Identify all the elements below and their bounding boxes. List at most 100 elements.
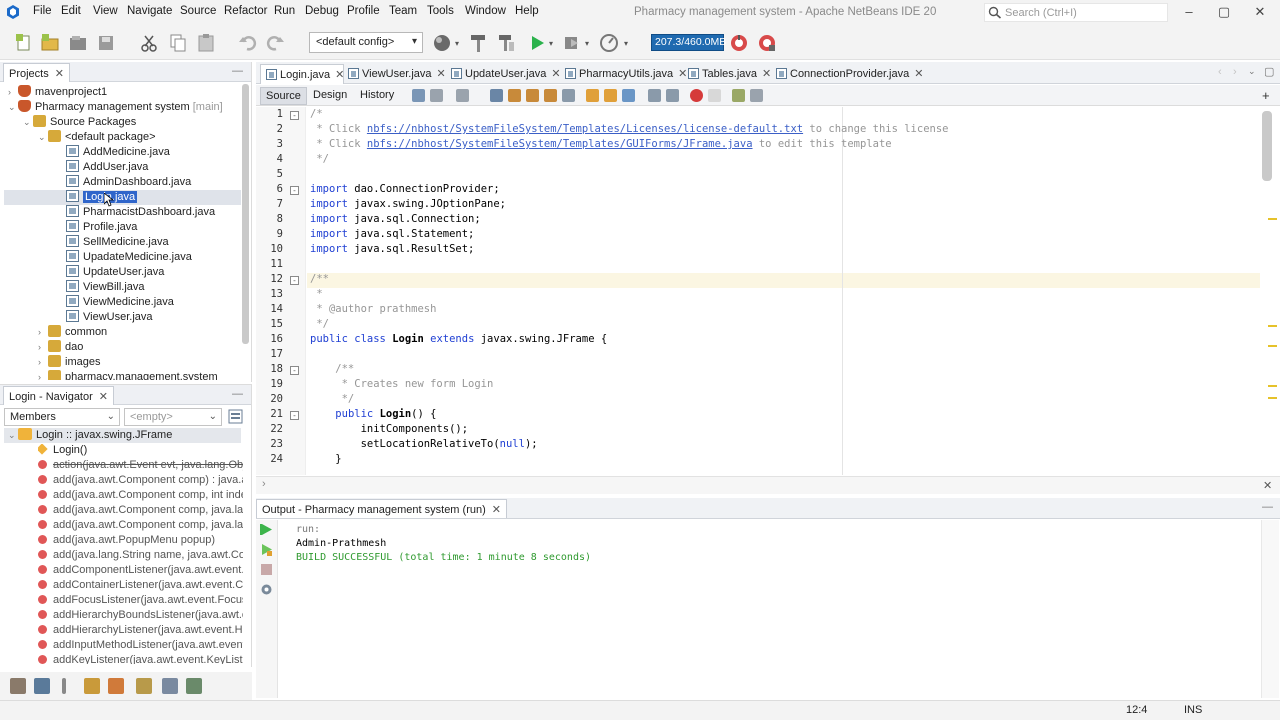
menu-help[interactable]: Help [515, 5, 539, 17]
shift-left-icon[interactable] [648, 89, 661, 102]
tree-node-file[interactable]: ViewMedicine.java [56, 295, 174, 310]
menu-refactor[interactable]: Refactor [224, 5, 267, 17]
find-next-icon[interactable] [526, 89, 539, 102]
collapse-icon[interactable]: ⌄ [8, 102, 18, 113]
member-method[interactable]: addComponentListener(java.awt.event.Con [38, 564, 243, 579]
minimize-panel-icon[interactable]: — [1262, 501, 1273, 513]
tab-projects[interactable]: Projects ✕ [3, 63, 70, 82]
output-scrollbar[interactable] [1261, 520, 1279, 698]
collapse-icon[interactable]: ⌄ [8, 430, 18, 441]
tab-output[interactable]: Output - Pharmacy management system (run… [256, 499, 507, 518]
close-icon[interactable]: ✕ [99, 391, 108, 403]
filter-inherited-icon[interactable] [108, 678, 124, 694]
minimize-panel-icon[interactable]: — [232, 65, 243, 77]
member-method[interactable]: addFocusListener(java.awt.event.FocusLis… [38, 594, 243, 609]
cut-icon[interactable] [139, 33, 159, 53]
member-method[interactable]: addHierarchyBoundsListener(java.awt.even [38, 609, 243, 624]
tree-node-source-packages[interactable]: ⌄ Source Packages [23, 115, 136, 130]
rerun-with-options-icon[interactable] [260, 543, 273, 556]
menu-view[interactable]: View [93, 5, 118, 17]
undo-icon[interactable] [238, 33, 258, 53]
view-source-tab[interactable]: Source [260, 87, 307, 105]
new-file-icon[interactable] [14, 33, 34, 53]
fold-toggle-icon[interactable]: - [290, 276, 299, 285]
redo-icon[interactable] [265, 33, 285, 53]
menu-run[interactable]: Run [274, 5, 295, 17]
fold-toggle-icon[interactable]: - [290, 366, 299, 375]
stop-macro-recording-icon[interactable] [708, 89, 721, 102]
menu-team[interactable]: Team [389, 5, 417, 17]
configuration-select[interactable]: <default config> ▾ [309, 32, 423, 53]
profile-icon[interactable] [599, 33, 619, 53]
warning-marker[interactable] [1268, 397, 1277, 399]
rerun-icon[interactable] [260, 523, 273, 536]
member-method[interactable]: add(java.awt.Component comp, java.lang.C [38, 504, 243, 519]
view-design-tab[interactable]: Design [308, 87, 352, 103]
member-method[interactable]: addContainerListener(java.awt.event.Cont… [38, 579, 243, 594]
tree-node-file-selected[interactable]: Login.java [56, 190, 138, 205]
tab-list-icon[interactable]: ⌄ [1248, 66, 1256, 77]
run-dropdown-icon[interactable]: ▾ [549, 39, 553, 48]
editor-scroll-thumb[interactable] [1262, 111, 1272, 181]
tree-node-package-main[interactable]: › pharmacy.management.system [38, 370, 218, 380]
menu-tools[interactable]: Tools [427, 5, 454, 17]
save-all-icon[interactable] [96, 33, 116, 53]
shift-right-icon[interactable] [666, 89, 679, 102]
paste-icon[interactable] [196, 33, 216, 53]
expand-arrow-icon[interactable]: › [262, 478, 266, 490]
comment-icon[interactable] [732, 89, 745, 102]
close-icon[interactable]: ✕ [762, 68, 771, 80]
member-method[interactable]: add(java.lang.String name, java.awt.Comp… [38, 549, 243, 564]
tab-pharmacyutils-java[interactable]: PharmacyUtils.java ✕ [565, 64, 687, 84]
close-icon[interactable]: ✕ [437, 68, 446, 80]
output-console[interactable]: run: Admin-Prathmesh BUILD SUCCESSFUL (t… [256, 520, 1280, 698]
tree-node-file[interactable]: AddMedicine.java [56, 145, 170, 160]
tab-viewuser-java[interactable]: ViewUser.java ✕ [348, 64, 446, 84]
profile-dropdown-icon[interactable]: ▾ [624, 39, 628, 48]
run-icon[interactable] [527, 33, 547, 53]
close-window-icon[interactable]: ✕ [1250, 4, 1270, 22]
toggle-rect-selection-icon[interactable] [562, 89, 575, 102]
find-previous-icon[interactable] [508, 89, 521, 102]
collapse-icon[interactable]: ⌄ [38, 132, 48, 143]
tab-login-java[interactable]: Login.java ✕ [260, 64, 344, 84]
close-icon[interactable]: ✕ [914, 68, 923, 80]
next-bookmark-icon[interactable] [604, 89, 617, 102]
scroll-tabs-right-icon[interactable]: › [1233, 66, 1237, 78]
menu-file[interactable]: File [33, 5, 52, 17]
code-editor[interactable]: 1-2 3 4 5 6-7 8 9 10 11 12-13 14 15 16 17 18-19 20 21-22… [256, 107, 1260, 475]
uncomment-icon[interactable] [750, 89, 763, 102]
maximize-editor-icon[interactable]: ▢ [1264, 65, 1274, 78]
fold-toggle-icon[interactable]: - [290, 111, 299, 120]
scroll-tabs-left-icon[interactable]: ‹ [1218, 66, 1222, 78]
filter-nonpublic-icon[interactable] [84, 678, 100, 694]
member-method[interactable]: add(java.awt.Component comp, int index) … [38, 489, 243, 504]
navigator-root[interactable]: ⌄ Login :: javax.swing.JFrame [8, 428, 172, 443]
close-icon[interactable]: ✕ [678, 68, 687, 80]
tree-node-file[interactable]: AddUser.java [56, 160, 148, 175]
settings-gear-icon[interactable] [260, 583, 273, 596]
forward-icon[interactable] [456, 89, 469, 102]
tree-node-package-common[interactable]: › common [38, 325, 107, 340]
fold-toggle-icon[interactable]: - [290, 411, 299, 420]
navigator-view-select[interactable]: Members ⌄ [4, 408, 120, 426]
tree-node-package-dao[interactable]: › dao [38, 340, 83, 355]
sort-icon[interactable] [136, 678, 152, 694]
member-method[interactable]: add(java.awt.Component comp) : java.awt. [38, 474, 243, 489]
menu-debug[interactable]: Debug [305, 5, 339, 17]
globe-icon[interactable] [432, 33, 452, 53]
tree-node-file[interactable]: SellMedicine.java [56, 235, 169, 250]
member-deprecated[interactable]: action(java.awt.Event evt, java.lang.Obj… [38, 459, 243, 474]
code-token[interactable]: nbfs://nbhost/SystemFileSystem/Templates… [367, 138, 753, 150]
toggle-highlight-icon[interactable] [544, 89, 557, 102]
close-icon[interactable]: ✕ [1263, 479, 1272, 492]
close-icon[interactable]: ✕ [55, 68, 64, 80]
filter-fields-icon[interactable] [10, 678, 26, 694]
tree-node-file[interactable]: UpdateUser.java [56, 265, 164, 280]
maximize-icon[interactable]: ▢ [1214, 4, 1234, 22]
expand-icon[interactable]: › [38, 372, 48, 380]
minimize-panel-icon[interactable]: — [232, 388, 243, 400]
tab-tables-java[interactable]: Tables.java ✕ [688, 64, 771, 84]
add-icon[interactable]: + [1262, 88, 1270, 103]
start-macro-recording-icon[interactable] [690, 89, 703, 102]
